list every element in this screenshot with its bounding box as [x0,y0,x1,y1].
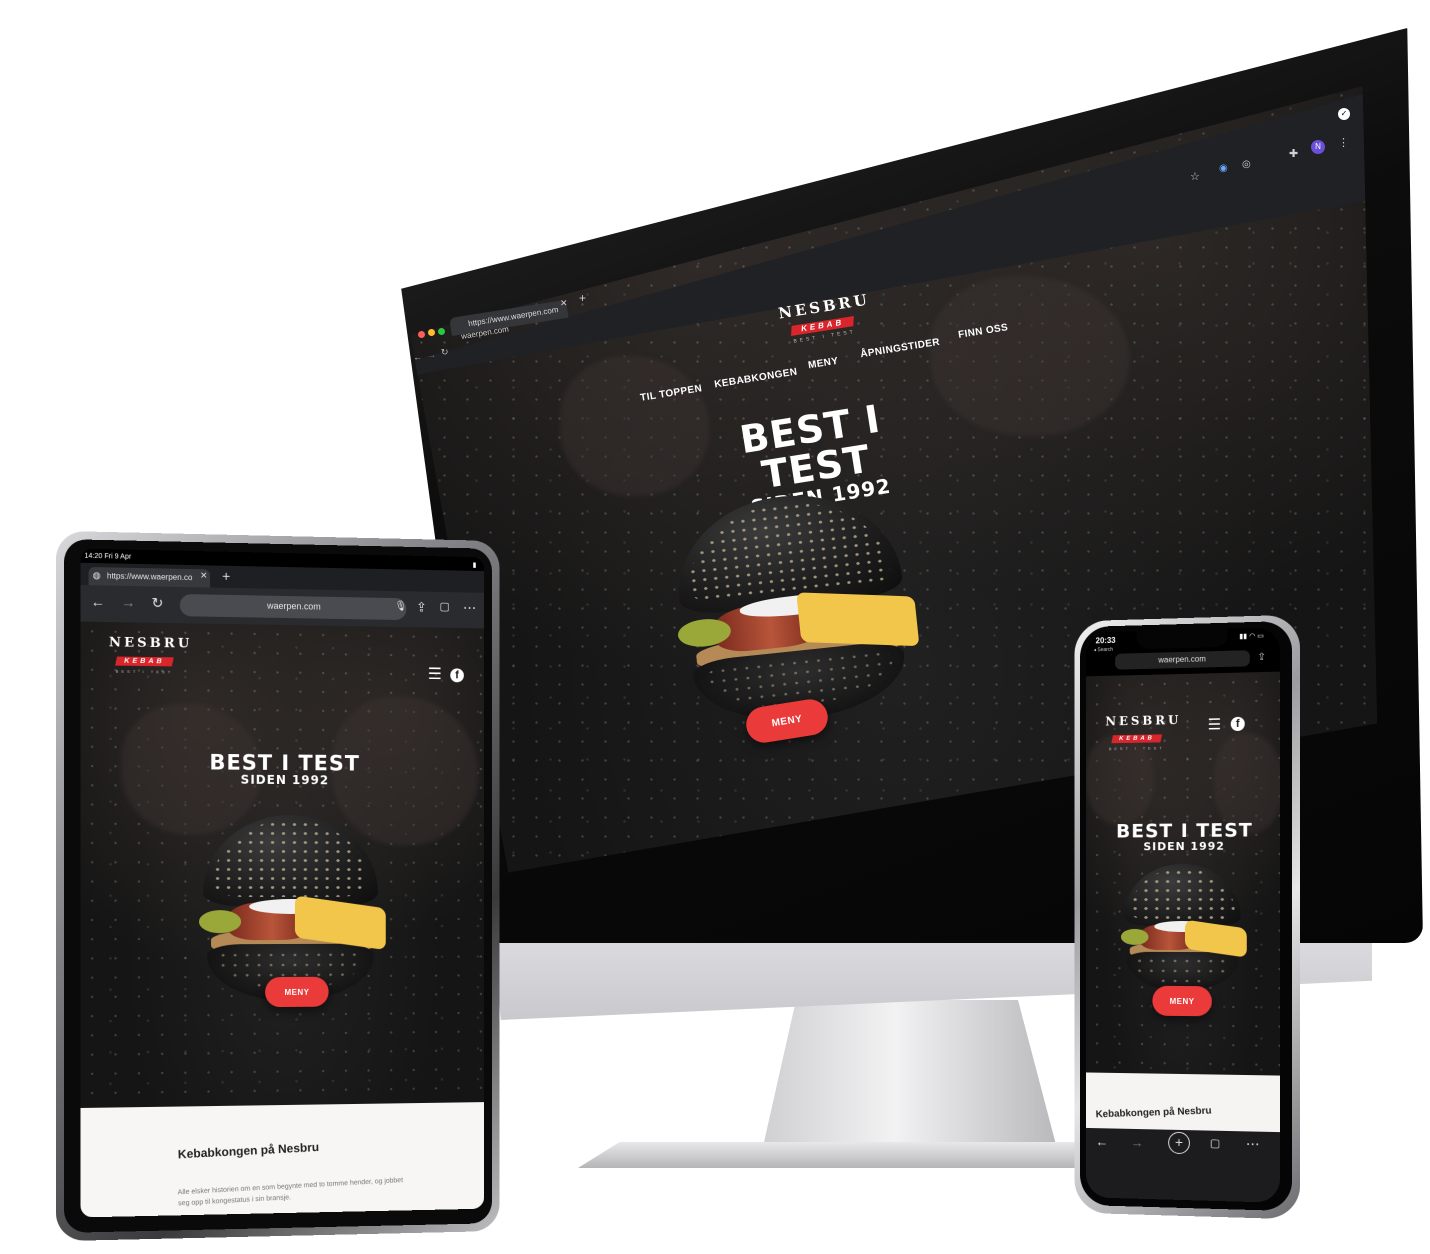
ipad-about-section: Kebabkongen på Nesbru Alle elsker histor… [80,1102,485,1218]
iphone-status-time: 20:33 [1095,635,1116,646]
hamburger-menu-icon[interactable]: ☰ [1208,716,1221,733]
share-icon[interactable]: ⇪ [1257,652,1265,663]
iphone-hero: NESBRU KEBAB BEST I TEST ☰ f BEST I TEST… [1085,671,1281,1076]
logo-top-text: NESBRU [1105,713,1182,729]
forward-arrow-icon[interactable]: → [1131,1135,1144,1150]
ipad-screen: 14:20 Fri 9 Apr ▮ ◍ https://www.waerpen.… [80,548,485,1218]
reload-icon[interactable]: ↻ [152,594,164,610]
plus-icon[interactable]: + [1168,1131,1190,1155]
iphone-hero-burger-image [1113,863,1252,995]
ipad-url: waerpen.com [267,600,321,612]
share-icon[interactable]: ⇪ [416,599,427,614]
hero-hand-left [560,356,710,496]
ipad-browser-tab[interactable]: ◍ https://www.waerpen.co [88,566,211,588]
imac-hero-burger-image [649,483,937,738]
imac-base [578,1142,1098,1168]
iphone-hero-headline: BEST I TEST SIDEN 1992 [1105,819,1264,853]
more-icon[interactable]: ⋮ [1338,136,1349,149]
plus-icon[interactable]: + [222,568,230,584]
iphone-about-section: Kebabkongen på Nesbru [1085,1072,1281,1137]
tabs-icon[interactable]: ▢ [1210,1137,1220,1150]
tabs-icon[interactable]: ▢ [440,601,450,613]
ipad-logo[interactable]: NESBRU KEBAB BEST I TEST [108,635,193,674]
headline-text: BEST I TEST [209,750,360,776]
extension-icon-b[interactable]: ◎ [1242,159,1251,170]
iphone-section-title: Kebabkongen på Nesbru [1095,1105,1212,1121]
extensions-icon[interactable]: ✚ [1289,147,1298,160]
window-zoom-dot[interactable] [438,328,445,335]
window-close-dot[interactable] [418,331,425,338]
iphone-back-to-search[interactable]: ◂ Search [1094,647,1113,653]
iphone-screen: 20:33 ▮▮ ◠ ▭ ◂ Search waerpen.com ⇪ NESB… [1085,627,1281,1203]
ipad-section-title: Kebabkongen på Nesbru [177,1139,320,1162]
back-arrow-icon[interactable]: ← [1096,1134,1109,1149]
iphone-signal-icon: ▮▮ ◠ ▭ [1239,632,1264,641]
facebook-icon[interactable]: f [450,668,464,683]
reload-icon[interactable]: ↻ [440,346,449,358]
iphone-browser-toolbar: ← → + ▢ ⋯ [1085,1127,1281,1203]
forward-arrow-icon[interactable]: → [121,594,135,610]
ipad-hero: NESBRU KEBAB BEST I TEST ☰ f BEST I TEST… [80,621,485,1108]
ipad-section-text: Alle elsker historien om en som begynte … [177,1176,404,1208]
star-icon[interactable]: ☆ [1190,170,1200,183]
close-icon[interactable]: ✕ [560,298,568,309]
back-arrow-icon[interactable]: ← [412,351,422,362]
iphone-logo[interactable]: NESBRU KEBAB BEST I TEST [1105,713,1182,751]
window-minimize-dot[interactable] [428,329,435,336]
logo-ribbon: KEBAB [115,656,174,667]
hamburger-menu-icon[interactable]: ☰ [428,666,442,683]
ipad-hero-headline: BEST I TEST SIDEN 1992 [185,750,384,788]
iphone-url: waerpen.com [1158,654,1206,665]
back-arrow-icon[interactable]: ← [91,593,105,609]
iphone-address-bar[interactable]: waerpen.com [1115,650,1250,670]
profile-avatar[interactable]: N [1311,140,1325,154]
imac-stand [760,1000,1060,1160]
iphone-notch [1136,628,1228,650]
logo-top-text: NESBRU [108,635,193,652]
ipad-meny-button[interactable]: MENY [265,976,329,1008]
ipad-battery-icon: ▮ [472,562,477,570]
forward-arrow-icon[interactable]: → [426,349,436,360]
iphone-meny-button[interactable]: MENY [1152,985,1212,1017]
plus-icon[interactable]: + [579,291,586,305]
extension-icon-a[interactable]: ◉ [1219,163,1228,174]
more-icon[interactable]: ⋯ [463,599,477,615]
headline-text: BEST I TEST [1116,819,1253,843]
logo-ribbon: KEBAB [1111,734,1163,744]
microphone-icon[interactable]: 🎙 [395,601,407,612]
ipad-tab-title: https://www.waerpen.co [106,571,193,583]
close-icon[interactable]: ✕ [200,570,208,581]
ipad-address-bar[interactable]: waerpen.com [179,594,407,621]
more-icon[interactable]: ⋯ [1246,1135,1260,1152]
notification-icon: ✓ [1338,108,1350,120]
globe-icon: ◍ [92,570,101,581]
ipad-status-time: 14:20 Fri 9 Apr [84,552,132,561]
